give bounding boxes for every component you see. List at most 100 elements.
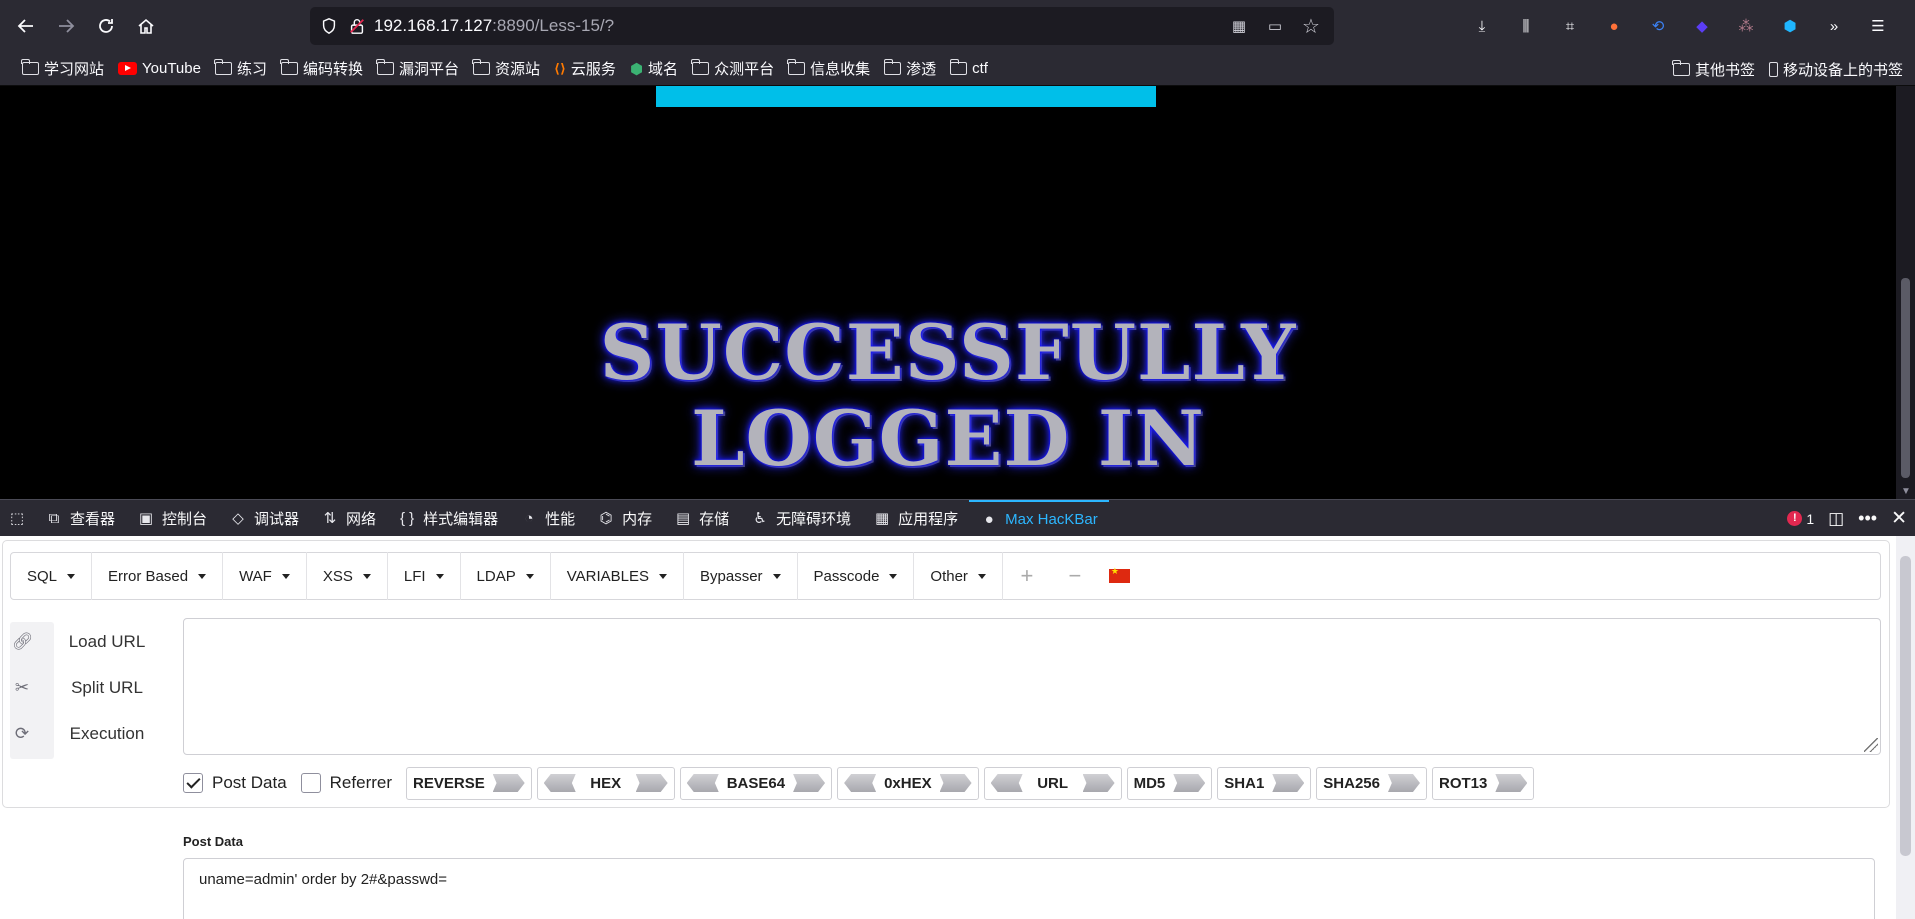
hackbar-menu[interactable]: SQL [11, 552, 93, 600]
scroll-down-icon[interactable]: ▼ [1901, 486, 1911, 497]
bookmark-item[interactable]: ⬢ 域名 [630, 58, 678, 79]
devtools-tab[interactable]: ▣ 控制台 [126, 500, 218, 537]
encoder-button[interactable]: SHA1 [1217, 766, 1312, 800]
encode-arrow-icon[interactable] [492, 774, 525, 792]
execution-button[interactable]: Execution [54, 724, 160, 744]
extension-fox-icon[interactable]: ● [1592, 6, 1636, 46]
home-button[interactable] [126, 6, 166, 46]
devtools-tab[interactable]: ⇅ 网络 [310, 500, 387, 537]
bookmark-item[interactable]: ⟨⟩ 云服务 [554, 58, 616, 79]
encoder-button[interactable]: REVERSE [406, 766, 532, 800]
bookmark-item[interactable]: 资源站 [472, 58, 540, 79]
hackbar-menu[interactable]: XSS [307, 552, 388, 600]
hackbar-menu[interactable]: Bypasser [684, 552, 798, 600]
refresh-icon[interactable]: ⟳ [12, 724, 32, 744]
split-url-button[interactable]: Split URL [54, 678, 160, 698]
reload-button[interactable] [86, 6, 126, 46]
sync-extension-icon[interactable]: ⟲ [1636, 6, 1680, 46]
screenshot-icon[interactable]: ▭ [1260, 14, 1290, 38]
decode-arrow-icon[interactable] [543, 774, 576, 792]
decode-arrow-icon[interactable] [686, 774, 719, 792]
resize-grip-icon[interactable] [1864, 738, 1878, 752]
devtools-tab[interactable]: ⌬ 内存 [586, 500, 663, 537]
encoder-button[interactable]: HEX [536, 766, 675, 800]
more-options-icon[interactable]: ••• [1858, 508, 1877, 529]
bookmark-item[interactable]: ctf [949, 59, 988, 77]
encode-arrow-icon[interactable] [635, 774, 668, 792]
back-button[interactable] [6, 6, 46, 46]
hackbar-menu[interactable]: Other [914, 552, 1003, 600]
decode-arrow-icon[interactable] [990, 774, 1023, 792]
downloads-icon[interactable]: ⤓ [1460, 6, 1504, 46]
bookmark-item[interactable]: 信息收集 [787, 58, 870, 79]
extension-dots-icon[interactable]: ⁂ [1724, 6, 1768, 46]
crop-icon[interactable]: ⌗ [1548, 6, 1592, 46]
encoder-button[interactable]: URL [983, 766, 1122, 800]
hackbar-menu[interactable]: WAF [223, 552, 307, 600]
mobile-bookmarks[interactable]: 移动设备上的书签 [1768, 59, 1903, 80]
qr-code-icon[interactable]: ▦ [1224, 14, 1254, 38]
devtools-tab[interactable]: ▤ 存储 [663, 500, 740, 537]
hackbar-scrollbar-thumb[interactable] [1900, 556, 1911, 856]
devtools-tab[interactable]: { } 样式编辑器 [387, 500, 509, 537]
referrer-checkbox[interactable]: Referrer [300, 773, 392, 793]
devtools-tab[interactable]: ♿︎ 无障碍环境 [740, 500, 862, 537]
plus-icon[interactable]: + [1003, 552, 1051, 600]
minus-icon[interactable]: − [1051, 552, 1099, 600]
forward-button[interactable] [46, 6, 86, 46]
encoder-button[interactable]: MD5 [1126, 766, 1213, 800]
encode-arrow-icon[interactable] [793, 774, 826, 792]
bookmark-item[interactable]: YouTube [118, 60, 201, 77]
bookmark-item[interactable]: 渗透 [883, 58, 936, 79]
encoder-button[interactable]: ROT13 [1432, 766, 1535, 800]
bookmark-star-icon[interactable]: ☆ [1296, 14, 1326, 38]
decode-arrow-icon[interactable] [844, 774, 877, 792]
devtools-tab[interactable]: ⧉ 查看器 [34, 500, 126, 537]
close-icon[interactable]: ✕ [1891, 507, 1907, 530]
china-flag-icon[interactable] [1108, 566, 1130, 583]
devtools-tab[interactable]: ● Max HacKBar [969, 499, 1109, 537]
hackbar-menu[interactable]: LDAP [461, 552, 551, 600]
bookmark-item[interactable]: 编码转换 [280, 58, 363, 79]
extension-cube-icon[interactable]: ◆ [1680, 6, 1724, 46]
link-icon[interactable]: 🔗︎ [12, 632, 34, 652]
encode-arrow-icon[interactable] [1272, 774, 1305, 792]
hackbar-scrollbar[interactable] [1896, 536, 1915, 919]
other-bookmarks[interactable]: 其他书签 [1672, 59, 1755, 80]
element-picker[interactable]: ⬚ [0, 500, 34, 537]
hackbar-menu[interactable]: VARIABLES [551, 552, 684, 600]
page-scrollbar[interactable]: ▼ [1896, 86, 1915, 499]
encode-arrow-icon[interactable] [1495, 774, 1528, 792]
bookmark-item[interactable]: 学习网站 [21, 58, 104, 79]
encoder-button[interactable]: SHA256 [1316, 766, 1427, 800]
error-badge[interactable]: ! 1 [1787, 511, 1814, 527]
encode-arrow-icon[interactable] [1082, 774, 1115, 792]
unchecked-box-icon[interactable] [300, 773, 321, 793]
page-scrollbar-thumb[interactable] [1901, 278, 1910, 478]
encoder-button[interactable]: BASE64 [679, 766, 833, 800]
hamburger-menu-icon[interactable]: ☰ [1856, 6, 1900, 46]
hackbar-menu[interactable]: Error Based [92, 552, 224, 600]
post-data-checkbox[interactable]: Post Data [183, 773, 287, 793]
encode-arrow-icon[interactable] [1388, 774, 1420, 792]
overflow-chevron-icon[interactable]: » [1812, 6, 1856, 46]
bookmark-item[interactable]: 漏洞平台 [376, 58, 459, 79]
post-data-textarea[interactable]: uname=admin' order by 2#&passwd= [183, 858, 1875, 919]
dock-icon[interactable]: ◫ [1828, 509, 1844, 529]
checked-box-icon[interactable] [183, 773, 203, 793]
extension-hex-icon[interactable]: ⬢ [1768, 6, 1812, 46]
encoder-button[interactable]: 0xHEX [837, 766, 979, 800]
hackbar-menu[interactable]: LFI [388, 552, 461, 600]
url-bar[interactable]: 192.168.17.127:8890/Less-15/? ▦ ▭ ☆ [310, 7, 1334, 45]
devtools-tab[interactable]: ▦ 应用程序 [862, 500, 969, 537]
bookmark-item[interactable]: 练习 [214, 58, 267, 79]
bookmark-item[interactable]: 众测平台 [691, 58, 774, 79]
hackbar-menu[interactable]: Passcode [798, 552, 915, 600]
scissors-icon[interactable]: ✂ [12, 678, 32, 698]
devtools-tab[interactable]: ◇ 调试器 [218, 500, 310, 537]
devtools-tab[interactable]: ◔ 性能 [509, 500, 586, 537]
library-icon[interactable]: ⫼ [1504, 6, 1548, 46]
encode-arrow-icon[interactable] [1173, 774, 1206, 792]
url-textarea[interactable] [183, 618, 1881, 755]
encode-arrow-icon[interactable] [939, 774, 972, 792]
